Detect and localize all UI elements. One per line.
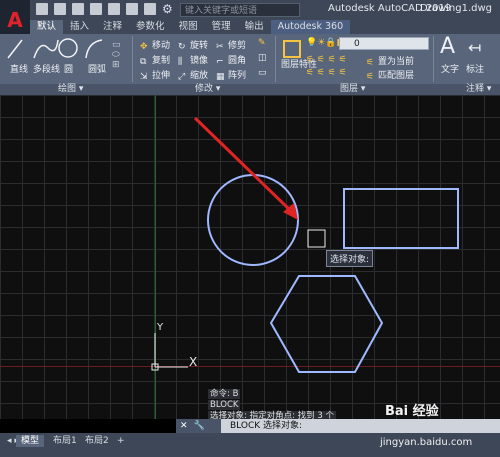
ucs-y-label: Y bbox=[157, 322, 164, 333]
annotation-arrow bbox=[193, 116, 294, 214]
watermark-url: jingyan.baidu.com bbox=[380, 437, 473, 448]
ucs-x-label: X bbox=[189, 355, 198, 369]
tab-layout2[interactable]: 布局2 bbox=[80, 435, 114, 447]
cursor-pickbox bbox=[307, 229, 326, 248]
close-icon[interactable]: ✕ bbox=[180, 419, 188, 433]
baidu-watermark: Bai 经验 bbox=[385, 404, 439, 419]
customize-wrench-icon[interactable]: 🔧 bbox=[194, 419, 205, 433]
selected-rectangle[interactable] bbox=[343, 188, 459, 249]
selection-tooltip: 选择对象: bbox=[326, 250, 374, 267]
selected-circle[interactable] bbox=[207, 174, 299, 266]
tab-model[interactable]: 模型 bbox=[16, 435, 45, 447]
add-layout-button[interactable]: + bbox=[112, 435, 130, 447]
command-history: 命令: B BLOCK 选择对象: 指定对角点: 找到 3 个 bbox=[208, 389, 336, 422]
history-line: BLOCK bbox=[208, 400, 241, 410]
selected-hexagon[interactable] bbox=[269, 275, 384, 373]
command-line[interactable] bbox=[176, 419, 500, 433]
command-line-buttons: ✕ 🔧 bbox=[176, 419, 221, 433]
history-line: 命令: B bbox=[208, 389, 241, 399]
tab-layout1[interactable]: 布局1 bbox=[48, 435, 82, 447]
command-input[interactable]: BLOCK 选择对象: bbox=[230, 419, 302, 433]
